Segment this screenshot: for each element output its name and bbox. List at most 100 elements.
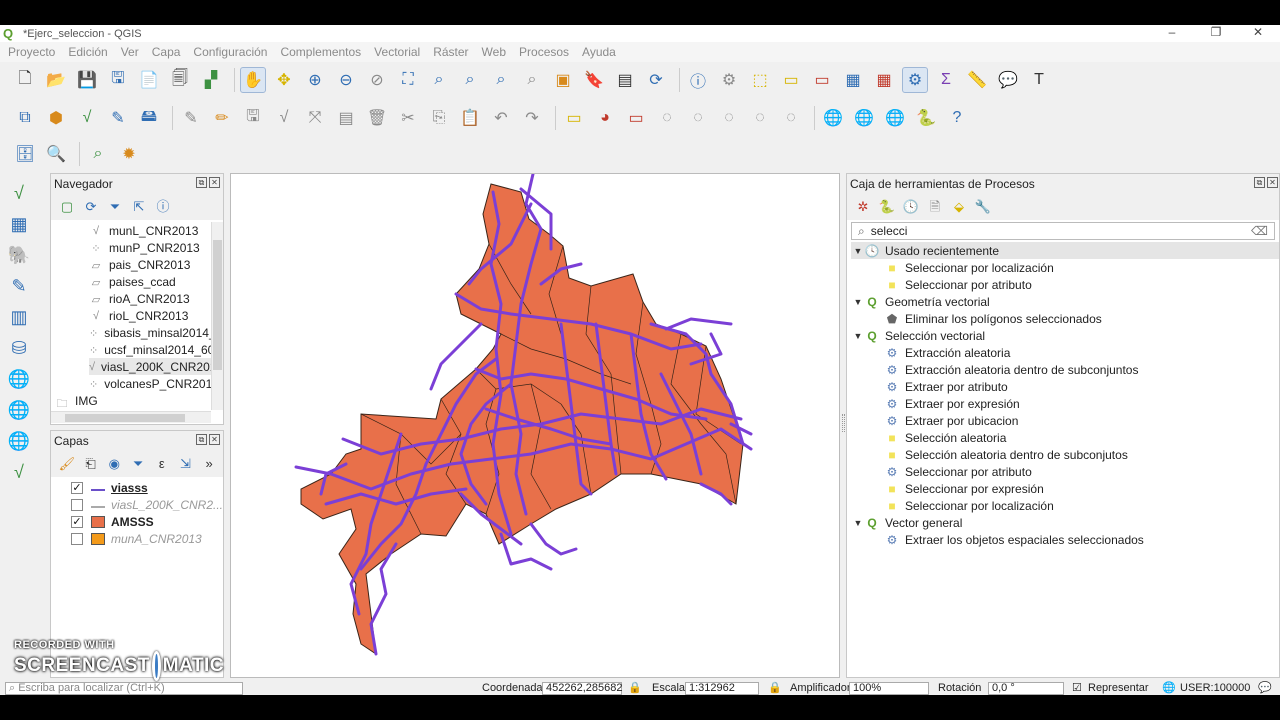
processing-algorithm[interactable]: ⚙ Extraer por ubicacion [851, 412, 1279, 429]
new-project-icon[interactable]: 🗋 [12, 67, 38, 93]
new-spatialite-icon[interactable]: ✎ [105, 105, 131, 131]
splitter-handle[interactable] [842, 414, 845, 432]
vertex-tool-icon[interactable]: ⤧ [302, 105, 328, 131]
modify-attributes-icon[interactable]: ▤ [333, 105, 359, 131]
cut-features-icon[interactable]: ✂ [395, 105, 421, 131]
style-manager-icon[interactable]: ▞ [198, 67, 224, 93]
refresh-icon[interactable]: ⟳ [643, 67, 669, 93]
layer-visibility-checkbox[interactable] [71, 498, 83, 511]
render-checkbox[interactable]: ☑ [1072, 682, 1082, 695]
new-map-view-icon[interactable]: ▣ [550, 67, 576, 93]
show-bookmarks-icon[interactable]: ▤ [612, 67, 638, 93]
toggle-editing-icon[interactable]: ✏ [209, 105, 235, 131]
processing-search-box[interactable]: ⌕ selecci ⌫ [851, 222, 1275, 240]
processing-algorithm[interactable]: ■ Selección aleatoria dentro de subconjut… [851, 446, 1279, 463]
menu-proyecto[interactable]: Proyecto [8, 45, 55, 59]
add-delimited-text-icon[interactable]: ⛁ [6, 335, 32, 361]
menu-configuracion[interactable]: Configuración [193, 45, 267, 59]
zoom-layer-icon[interactable]: ⌕ [457, 67, 483, 93]
processing-algorithm[interactable]: ⚙ Extraer los objetos espaciales seleccio… [851, 531, 1279, 548]
add-mssql-icon[interactable]: ▥ [6, 304, 32, 330]
show-hide-labels-icon[interactable]: ◌ [685, 105, 711, 131]
edits-icon[interactable]: ✎ [178, 105, 204, 131]
processing-group[interactable]: ▼ Q Selección vectorial [851, 327, 1279, 344]
processing-toolbox-icon[interactable]: ⚙ [902, 67, 928, 93]
processing-algorithm[interactable]: ⚙ Extracción aleatoria [851, 344, 1279, 361]
layer-visibility-checkbox[interactable]: ✓ [71, 481, 83, 494]
close-icon[interactable]: ✕ [1236, 25, 1280, 42]
navigator-item[interactable]: ⁘ sibasis_minsal2014_6 [89, 324, 211, 341]
close-panel-icon[interactable]: ✕ [1267, 177, 1278, 188]
pan-icon[interactable]: ✋ [240, 67, 266, 93]
save-as-icon[interactable]: 🖫 [105, 67, 131, 93]
statistics-sum-icon[interactable]: Σ [933, 67, 959, 93]
expand-arrow-icon[interactable]: ▼ [851, 331, 865, 341]
navigator-item[interactable]: ▱ rioA_CNR2013 [89, 290, 211, 307]
zoom-full-icon[interactable]: ⛶ [395, 67, 421, 93]
new-geopackage-icon[interactable]: ⬢ [43, 105, 69, 131]
redo-icon[interactable]: ↷ [519, 105, 545, 131]
locator-search[interactable]: ⌕ Escriba para localizar (Ctrl+K) [5, 682, 243, 695]
pan-to-selection-icon[interactable]: ✥ [271, 67, 297, 93]
navigator-folder-img[interactable]: 🗀 IMG [55, 392, 211, 410]
expand-all-icon[interactable]: ⇲ [176, 454, 196, 474]
filter-legend-icon[interactable]: ⏷ [128, 454, 148, 474]
navigator-item[interactable]: ⁘ munP_CNR2013 [89, 239, 211, 256]
add-selected-icon[interactable]: ▢ [57, 197, 77, 217]
field-calculator-icon[interactable]: ▦ [871, 67, 897, 93]
move-label-icon[interactable]: ◌ [716, 105, 742, 131]
processing-algorithm[interactable]: ■ Seleccionar por expresión [851, 480, 1279, 497]
processing-algorithm[interactable]: ⚙ Seleccionar por atributo [851, 463, 1279, 480]
layer-item[interactable]: ✓ AMSSS [51, 513, 223, 530]
identify-icon[interactable]: ⓘ [685, 67, 711, 93]
zoom-selection-icon[interactable]: ⌕ [426, 67, 452, 93]
metasearch-icon[interactable]: 🌐 [820, 105, 846, 131]
layer-visibility-checkbox[interactable]: ✓ [71, 515, 83, 528]
zoom-in-icon[interactable]: ⊕ [302, 67, 328, 93]
copy-features-icon[interactable]: ⎘ [426, 105, 452, 131]
plugin-tool-icon[interactable]: ✹ [116, 141, 142, 167]
float-panel-icon[interactable]: ⧉ [1254, 177, 1265, 188]
menu-raster[interactable]: Ráster [433, 45, 468, 59]
results-viewer-icon[interactable]: 🗎 [925, 197, 945, 217]
float-panel-icon[interactable]: ⧉ [196, 177, 207, 188]
history-icon[interactable]: 🕓 [901, 197, 921, 217]
navigator-item[interactable]: ⁘ ucsf_minsal2014_603 [89, 341, 211, 358]
rotation-field[interactable]: 0,0 ° [988, 682, 1064, 695]
search-layers-icon[interactable]: 🔍 [43, 141, 69, 167]
map-canvas[interactable] [230, 173, 840, 678]
add-vector-layer-icon[interactable]: √ [6, 180, 32, 206]
zoom-out-icon[interactable]: ⊖ [333, 67, 359, 93]
manage-themes-icon[interactable]: ◉ [104, 454, 124, 474]
select-by-value-icon[interactable]: ▭ [778, 67, 804, 93]
menu-edicion[interactable]: Edición [68, 45, 107, 59]
layer-visibility-checkbox[interactable] [71, 532, 83, 545]
pin-labels-icon[interactable]: ▭ [623, 105, 649, 131]
add-wfs-icon[interactable]: 🌐 [6, 428, 32, 454]
restore-icon[interactable]: ❐ [1194, 25, 1238, 42]
attribute-table-icon[interactable]: ▦ [840, 67, 866, 93]
zoom-native-icon[interactable]: ⊘ [364, 67, 390, 93]
add-postgis-icon[interactable]: 🐘 [6, 242, 32, 268]
new-print-layout-icon[interactable]: 📄 [136, 67, 162, 93]
processing-algorithm[interactable]: ⚙ Extracción aleatoria dentro de subconju… [851, 361, 1279, 378]
float-panel-icon[interactable]: ⧉ [196, 434, 207, 445]
text-annotation-icon[interactable]: T [1026, 67, 1052, 93]
expand-arrow-icon[interactable]: ▼ [851, 297, 865, 307]
menu-capa[interactable]: Capa [152, 45, 181, 59]
processing-algorithm[interactable]: ■ Seleccionar por localización [851, 497, 1279, 514]
open-styling-icon[interactable]: 🖌 [57, 454, 77, 474]
python-console-icon[interactable]: 🐍 [913, 105, 939, 131]
map-tips-icon[interactable]: ⚙ [716, 67, 742, 93]
menu-complementos[interactable]: Complementos [280, 45, 361, 59]
processing-group[interactable]: ▼ Q Geometría vectorial [851, 293, 1279, 310]
menu-web[interactable]: Web [482, 45, 506, 59]
coordinate-field[interactable]: 452262,285682 [542, 682, 622, 695]
menu-ayuda[interactable]: Ayuda [582, 45, 616, 59]
expand-arrow-icon[interactable]: ▼ [851, 246, 865, 256]
lock-icon[interactable]: 🔒 [628, 682, 642, 695]
add-group-icon[interactable]: ⎗ [81, 454, 101, 474]
close-panel-icon[interactable]: ✕ [209, 434, 220, 445]
zoom-next-icon[interactable]: ⌕ [519, 67, 545, 93]
crs-label[interactable]: USER:100000 [1180, 682, 1250, 695]
